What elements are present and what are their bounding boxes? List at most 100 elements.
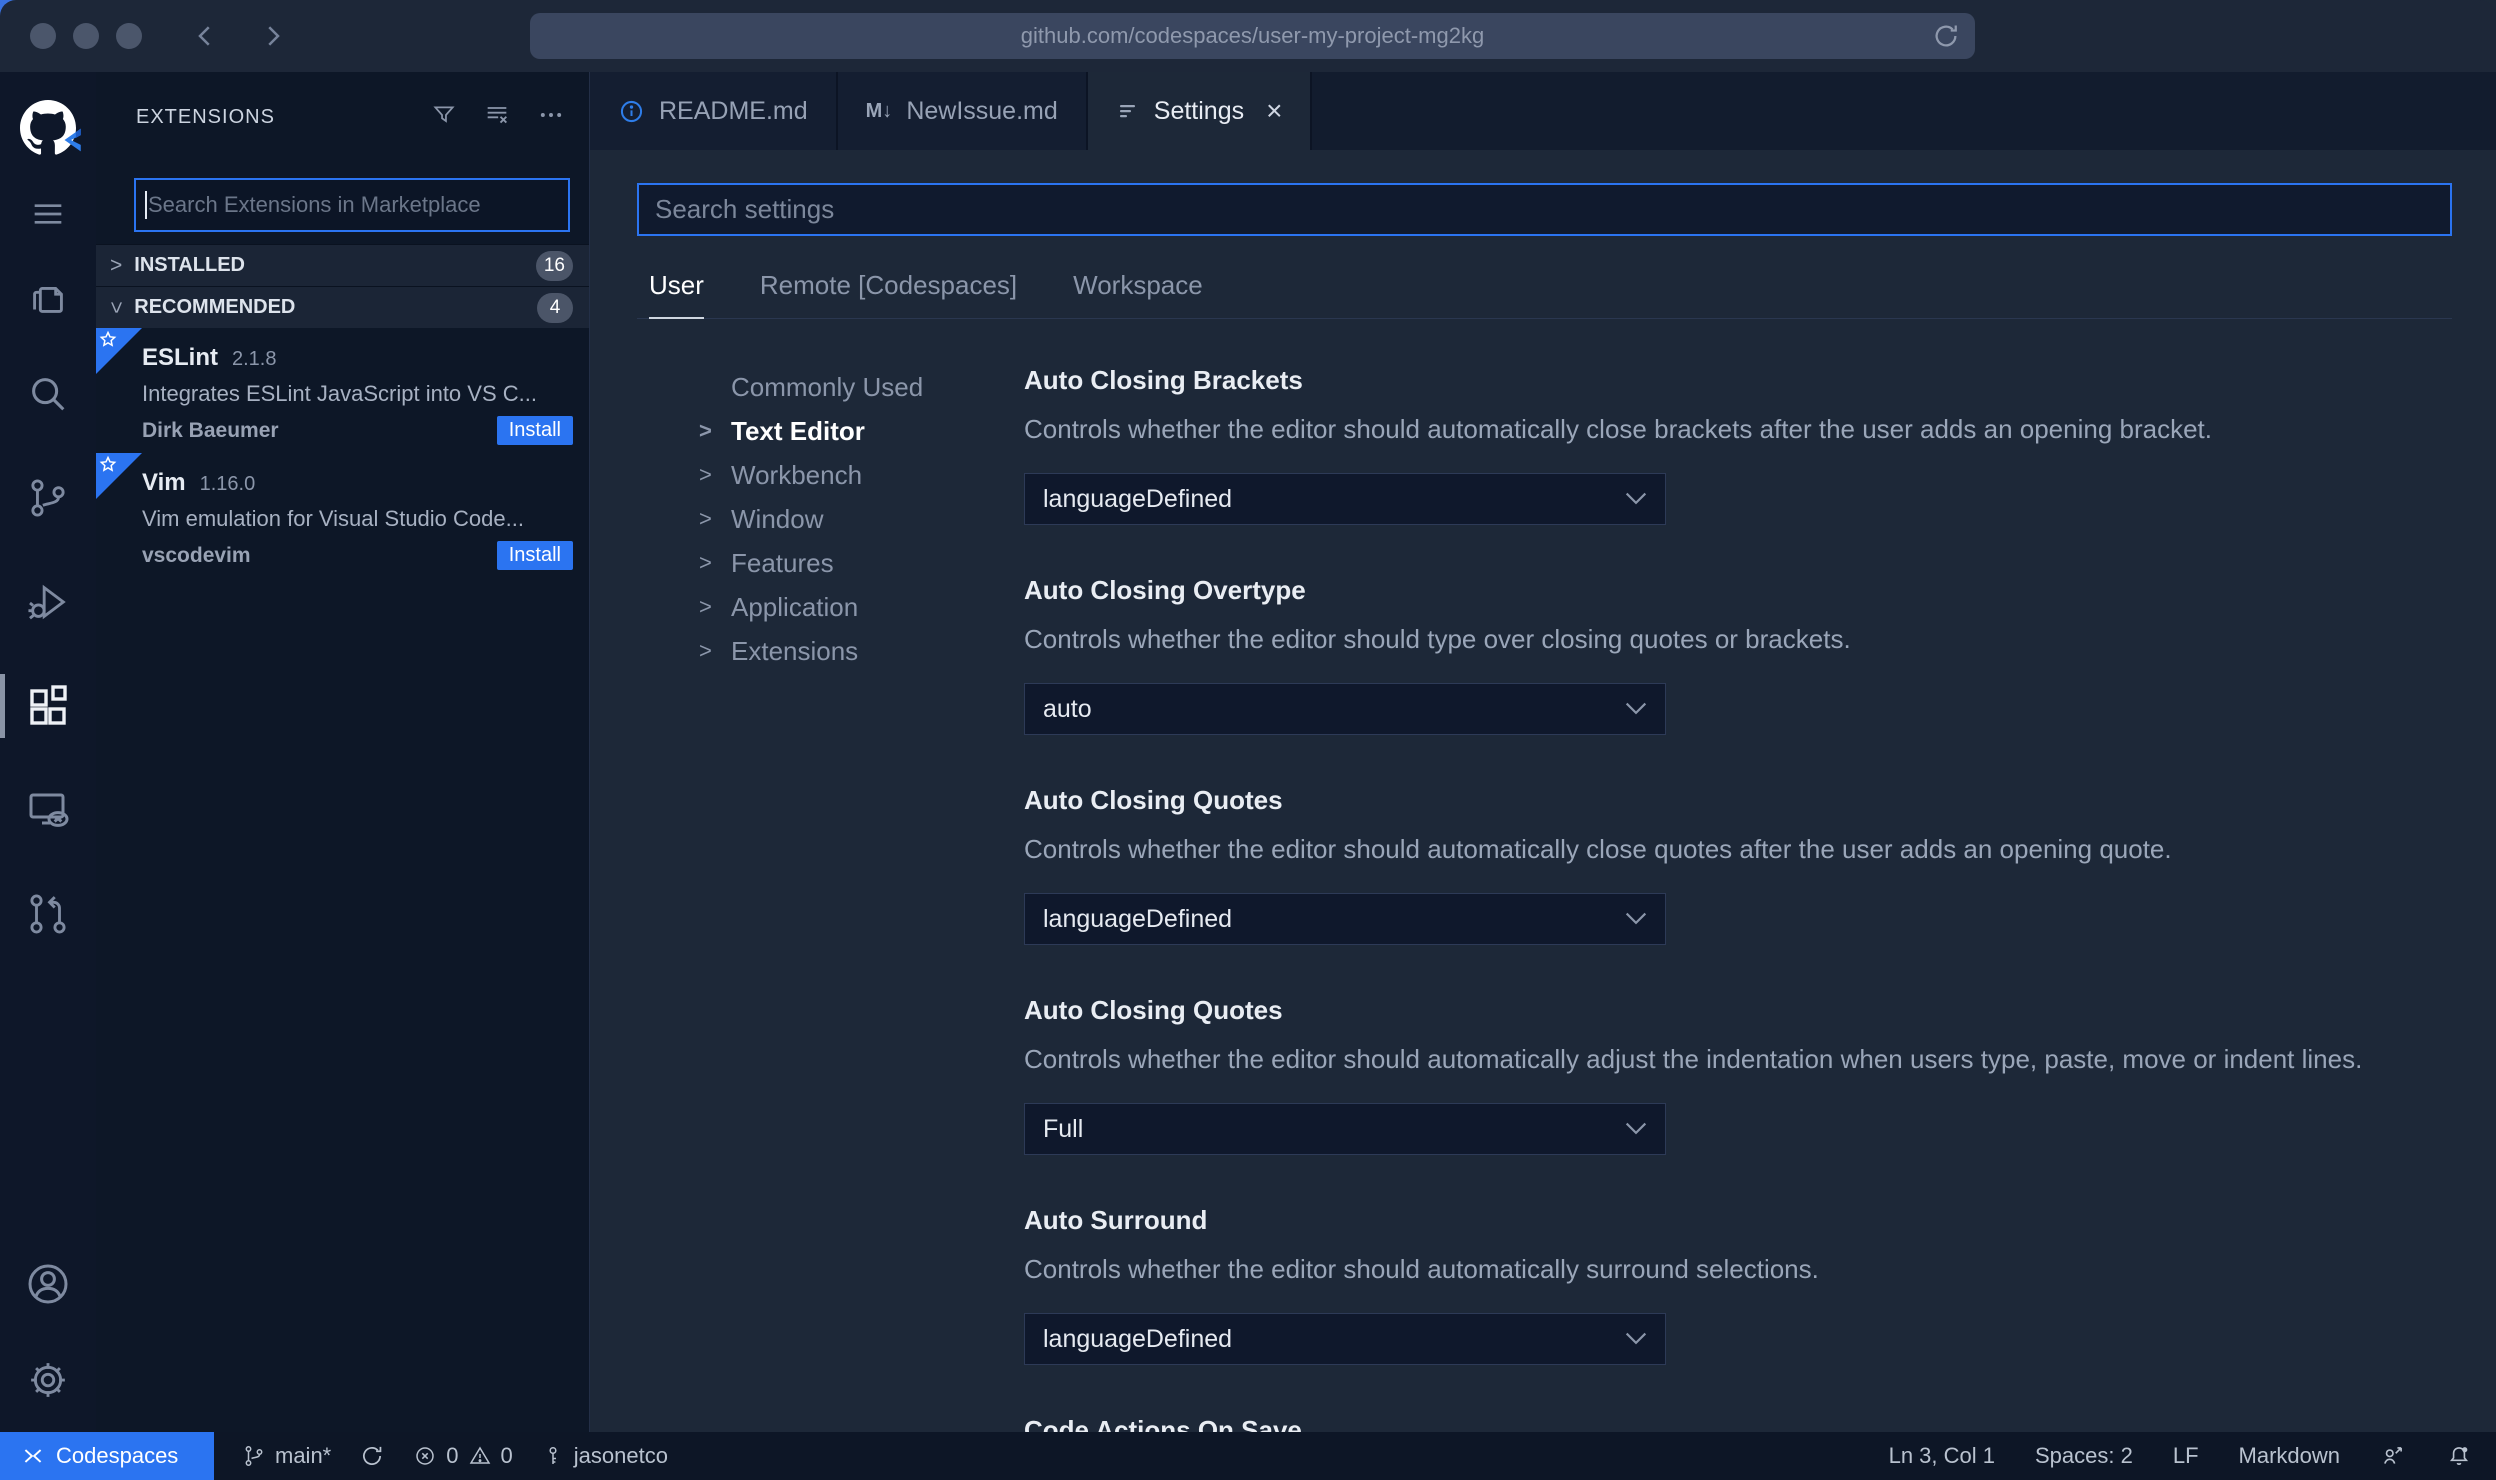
chevron-right-icon: > (699, 418, 712, 443)
tree-item-features[interactable]: > Features (699, 541, 1024, 585)
chevron-right-icon: > (699, 638, 712, 663)
eol-indicator[interactable]: LF (2173, 1443, 2199, 1469)
tree-item-application[interactable]: > Application (699, 585, 1024, 629)
text-cursor (145, 191, 147, 219)
language-mode[interactable]: Markdown (2239, 1443, 2340, 1469)
setting-dropdown[interactable]: languageDefined (1024, 473, 1666, 525)
url-text: github.com/codespaces/user-my-project-mg… (1020, 23, 1485, 48)
setting-description: Controls whether the editor should autom… (1024, 414, 2213, 444)
extension-description: Vim emulation for Visual Studio Code... (142, 506, 524, 531)
setting-description: Controls whether the editor should autom… (1024, 834, 2172, 864)
traffic-lights (30, 23, 142, 49)
close-tab-icon[interactable]: × (1266, 95, 1282, 127)
back-icon[interactable] (190, 21, 220, 51)
signed-in-user[interactable]: jasonetco (541, 1443, 668, 1469)
editor-area: README.md M↓ NewIssue.md Settings × User (590, 72, 2496, 1432)
remote-explorer-icon[interactable] (0, 758, 96, 862)
codespaces-remote-button[interactable]: Codespaces (0, 1432, 214, 1480)
account-icon[interactable] (0, 1240, 96, 1328)
chevron-right-icon: > (699, 506, 712, 531)
traffic-light-minimize[interactable] (73, 23, 99, 49)
extension-card-eslint[interactable]: ESLint 2.1.8 Integrates ESLint JavaScrip… (96, 328, 589, 453)
tree-item-window[interactable]: > Window (699, 497, 1024, 541)
remote-icon (24, 1449, 42, 1463)
sync-button[interactable] (359, 1443, 385, 1469)
setting-title: Auto Closing Overtype (1024, 575, 1306, 605)
chevron-right-icon: > (699, 594, 712, 619)
setting-dropdown[interactable]: languageDefined (1024, 893, 1666, 945)
feedback-icon[interactable] (2380, 1443, 2406, 1469)
tab-settings[interactable]: Settings × (1087, 72, 1313, 150)
url-bar[interactable]: github.com/codespaces/user-my-project-mg… (530, 13, 1975, 59)
setting-code-actions-on-save: Code Actions On Save (1024, 1415, 2452, 1432)
reload-icon[interactable] (1931, 21, 1961, 57)
install-button[interactable]: Install (496, 416, 573, 445)
tree-item-commonly-used[interactable]: Commonly Used (699, 365, 1024, 409)
section-recommended[interactable]: > RECOMMENDED 4 (96, 286, 589, 328)
scope-tab-remote[interactable]: Remote [Codespaces] (760, 270, 1017, 318)
tree-item-workbench[interactable]: > Workbench (699, 453, 1024, 497)
settings-gear-icon[interactable] (0, 1328, 96, 1432)
extension-author: Dirk Baeumer (142, 418, 279, 442)
settings-editor: User Remote [Codespaces] Workspace Commo… (590, 150, 2496, 1432)
tab-readme[interactable]: README.md (590, 72, 838, 150)
setting-description: Controls whether the editor should type … (1024, 624, 1851, 654)
setting-title: Auto Surround (1024, 1205, 1208, 1235)
extension-card-vim[interactable]: Vim 1.16.0 Vim emulation for Visual Stud… (96, 453, 589, 578)
scope-tab-workspace[interactable]: Workspace (1073, 270, 1203, 318)
extensions-search-input[interactable] (134, 178, 570, 232)
chevron-right-icon: > (699, 462, 712, 487)
setting-title: Code Actions On Save (1024, 1415, 1302, 1432)
installed-count-badge: 16 (535, 250, 573, 281)
traffic-light-zoom[interactable] (116, 23, 142, 49)
scope-tab-user[interactable]: User (649, 270, 704, 319)
chevron-down-icon (1625, 1332, 1647, 1345)
recommended-count-badge: 4 (537, 292, 573, 323)
setting-dropdown[interactable]: Full (1024, 1103, 1666, 1155)
explorer-icon[interactable] (0, 254, 96, 342)
setting-auto-closing-brackets: Auto Closing Brackets Controls whether t… (1024, 365, 2452, 525)
tab-bar: README.md M↓ NewIssue.md Settings × (590, 72, 2496, 150)
key-icon (549, 1446, 557, 1464)
setting-auto-closing-quotes: Auto Closing Quotes Controls whether the… (1024, 785, 2452, 945)
browser-window: github.com/codespaces/user-my-project-mg… (0, 0, 2496, 1480)
star-icon (99, 330, 117, 347)
setting-dropdown[interactable]: auto (1024, 683, 1666, 735)
search-icon[interactable] (0, 342, 96, 446)
tree-item-extensions[interactable]: > Extensions (699, 629, 1024, 673)
run-debug-icon[interactable] (0, 550, 96, 654)
recommended-ribbon (96, 328, 142, 374)
problems-indicator[interactable]: 0 0 (413, 1443, 513, 1469)
more-actions-icon[interactable] (537, 101, 565, 134)
setting-dropdown[interactable]: languageDefined (1024, 1313, 1666, 1365)
filter-icon[interactable] (431, 102, 457, 133)
notifications-bell-icon[interactable] (2446, 1443, 2472, 1469)
traffic-light-close[interactable] (30, 23, 56, 49)
indentation[interactable]: Spaces: 2 (2035, 1443, 2133, 1469)
cursor-position[interactable]: Ln 3, Col 1 (1889, 1443, 1995, 1469)
section-installed[interactable]: > INSTALLED 16 (96, 244, 589, 286)
github-vscode-logo[interactable] (0, 82, 96, 174)
github-pull-request-icon[interactable] (0, 862, 96, 966)
tab-label: NewIssue.md (906, 96, 1058, 125)
chevron-right-icon: > (110, 254, 123, 277)
install-button[interactable]: Install (496, 541, 573, 570)
setting-auto-indent: Auto Closing Quotes Controls whether the… (1024, 995, 2452, 1155)
setting-auto-closing-overtype: Auto Closing Overtype Controls whether t… (1024, 575, 2452, 735)
branch-indicator[interactable]: main* (242, 1443, 331, 1469)
tab-newissue[interactable]: M↓ NewIssue.md (837, 72, 1088, 150)
section-label: RECOMMENDED (134, 296, 296, 318)
extensions-icon[interactable] (0, 654, 96, 758)
markdown-icon: M↓ (865, 99, 893, 122)
tab-label: README.md (659, 96, 808, 125)
settings-search-input[interactable] (637, 183, 2452, 236)
forward-icon[interactable] (258, 21, 288, 51)
activity-bar (0, 72, 96, 1432)
clear-extensions-icon[interactable] (483, 101, 511, 134)
setting-title: Auto Closing Quotes (1024, 785, 1283, 815)
sync-icon (363, 1446, 382, 1465)
tree-item-text-editor[interactable]: > Text Editor (699, 409, 1024, 453)
menu-icon[interactable] (0, 174, 96, 254)
status-bar: Codespaces main* 0 0 jasonetco Ln 3, Col… (0, 1432, 2496, 1480)
source-control-icon[interactable] (0, 446, 96, 550)
